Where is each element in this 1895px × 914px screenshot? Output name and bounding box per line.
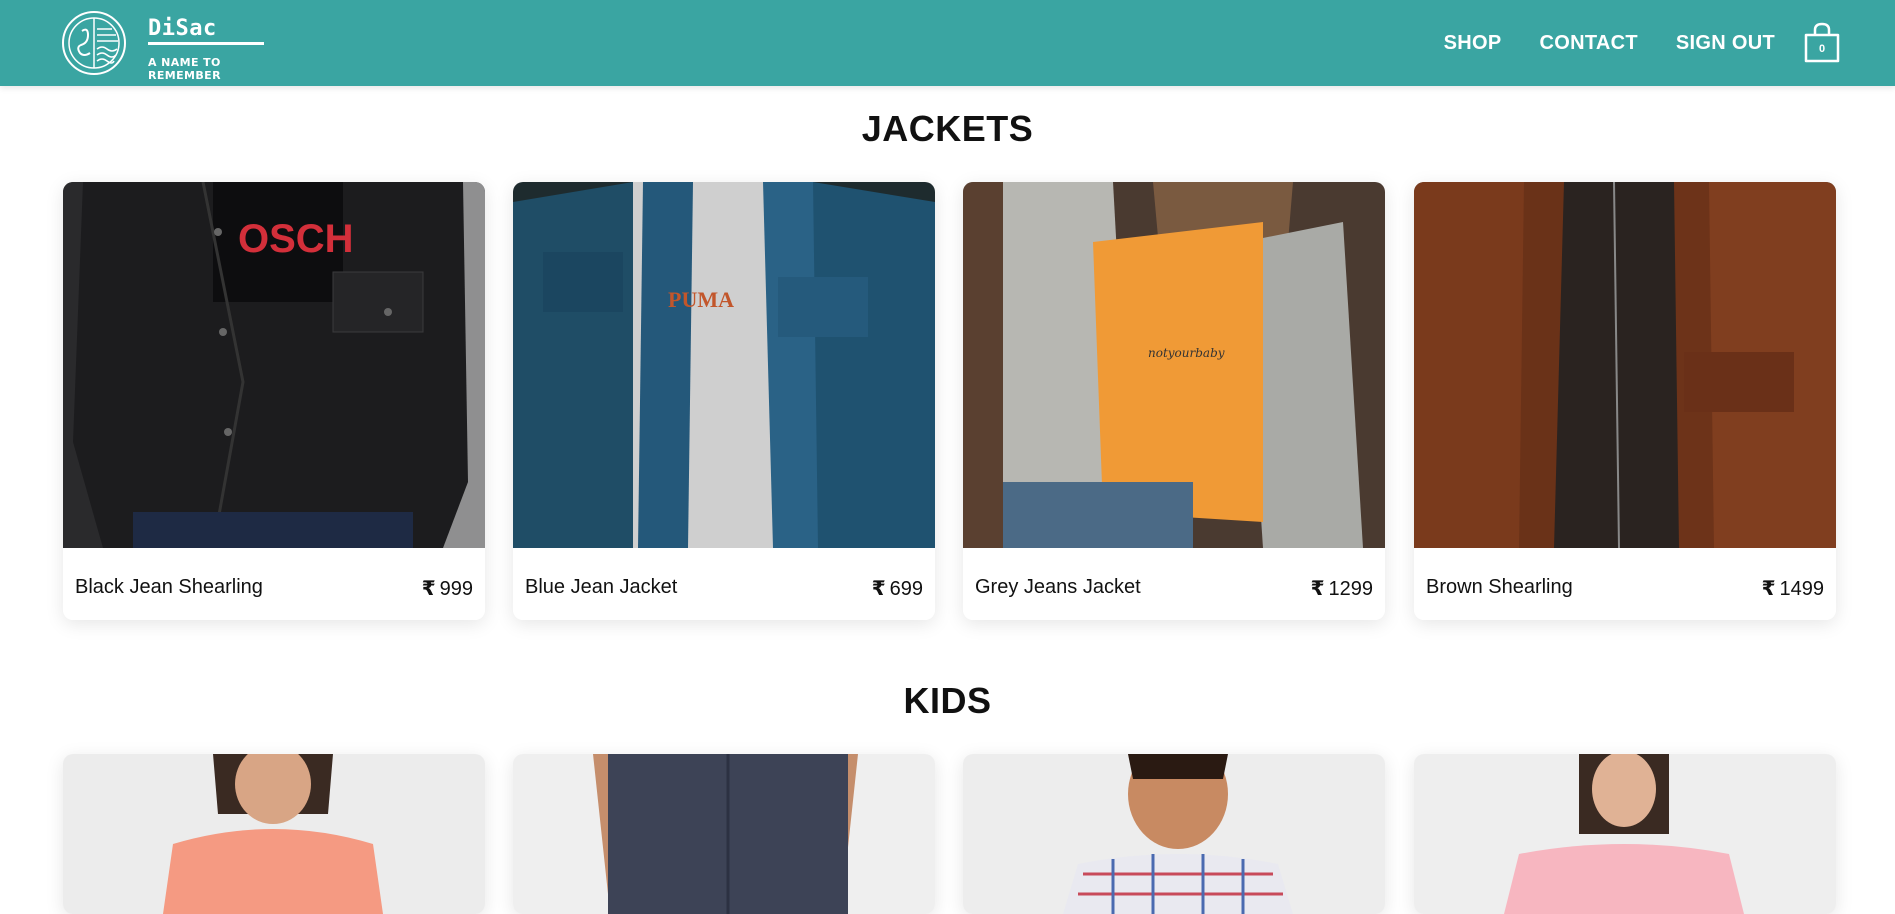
- kids-boy-shirt-image: [963, 754, 1385, 914]
- product-price: ₹1299: [1311, 576, 1373, 601]
- kids-jeans-image: [513, 754, 935, 914]
- product-name: Blue Jean Jacket: [525, 576, 678, 598]
- product-card[interactable]: notyourbaby Grey Jeans Jacket ₹1299: [963, 182, 1385, 620]
- cart-count: 0: [1818, 43, 1826, 55]
- product-name: Brown Shearling: [1426, 576, 1573, 598]
- brand-logo[interactable]: DiSac A NAME TO REMEMBER: [60, 10, 280, 82]
- section-title-kids: KIDS: [903, 680, 992, 721]
- section-title-jackets: JACKETS: [861, 108, 1034, 149]
- logo-emblem-icon: [62, 11, 126, 75]
- card-footer: Blue Jean Jacket ₹699: [513, 548, 935, 620]
- product-card[interactable]: OSCH Black Jean Shearling ₹999: [63, 182, 485, 620]
- card-footer: Black Jean Shearling ₹999: [63, 548, 485, 620]
- product-card[interactable]: Brown Shearling ₹1499: [1414, 182, 1836, 620]
- top-header: DiSac A NAME TO REMEMBER SHOP CONTACT SI…: [0, 0, 1895, 86]
- product-card[interactable]: [1414, 754, 1836, 914]
- rupee-icon: ₹: [421, 576, 436, 600]
- card-footer: Grey Jeans Jacket ₹1299: [963, 548, 1385, 620]
- rupee-icon: ₹: [1310, 576, 1325, 600]
- brand-name: DiSac: [148, 16, 217, 41]
- product-price: ₹1499: [1762, 576, 1824, 601]
- svg-text:PUMA: PUMA: [668, 287, 734, 312]
- card-footer: Brown Shearling ₹1499: [1414, 548, 1836, 620]
- kids-girl-top-image: [1414, 754, 1836, 914]
- nav-contact-link[interactable]: CONTACT: [1540, 32, 1638, 55]
- product-price: ₹999: [422, 576, 473, 601]
- price-value: 1499: [1779, 578, 1825, 600]
- price-value: 1299: [1328, 578, 1374, 600]
- black-jacket-image: OSCH: [63, 182, 485, 548]
- brand-tagline: A NAME TO REMEMBER: [148, 56, 221, 82]
- product-card[interactable]: PUMA Blue Jean Jacket ₹699: [513, 182, 935, 620]
- blue-jacket-image: PUMA: [513, 182, 935, 548]
- product-price: ₹699: [872, 576, 923, 601]
- main-nav: SHOP CONTACT SIGN OUT 0: [1406, 18, 1841, 68]
- svg-text:notyourbaby: notyourbaby: [1148, 346, 1225, 360]
- price-value: 699: [889, 578, 923, 600]
- rupee-icon: ₹: [1761, 576, 1776, 600]
- cart-button[interactable]: 0: [1803, 22, 1841, 64]
- product-name: Grey Jeans Jacket: [975, 576, 1141, 598]
- brown-jacket-image: [1414, 182, 1836, 548]
- price-value: 999: [439, 578, 473, 600]
- product-name: Black Jean Shearling: [75, 576, 263, 598]
- grey-jacket-image: notyourbaby: [963, 182, 1385, 548]
- kids-girl-pink-image: [63, 754, 485, 914]
- product-card[interactable]: [513, 754, 935, 914]
- nav-shop-link[interactable]: SHOP: [1444, 32, 1502, 55]
- nav-sign-out-link[interactable]: SIGN OUT: [1676, 32, 1775, 55]
- product-card[interactable]: [63, 754, 485, 914]
- rupee-icon: ₹: [871, 576, 886, 600]
- product-card[interactable]: [963, 754, 1385, 914]
- brand-divider: [148, 42, 264, 45]
- svg-text:OSCH: OSCH: [238, 217, 354, 261]
